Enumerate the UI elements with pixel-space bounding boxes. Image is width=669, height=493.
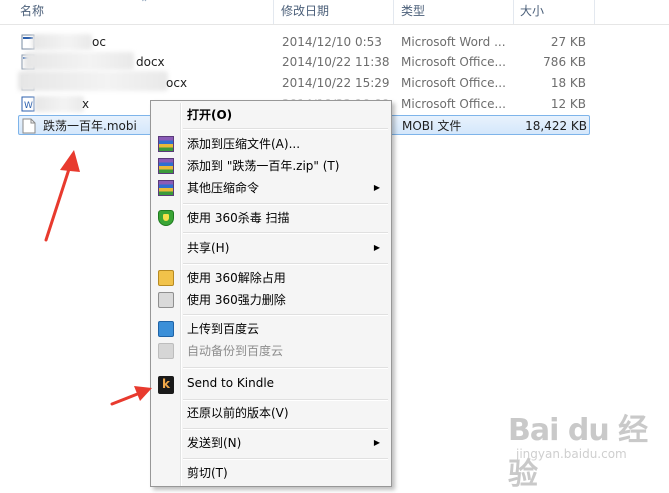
annotation-arrow-file [44, 150, 80, 242]
annotation-arrow-kindle [110, 386, 152, 406]
baidu-jingyan-watermark-url: jingyan.baidu.com [516, 447, 627, 461]
